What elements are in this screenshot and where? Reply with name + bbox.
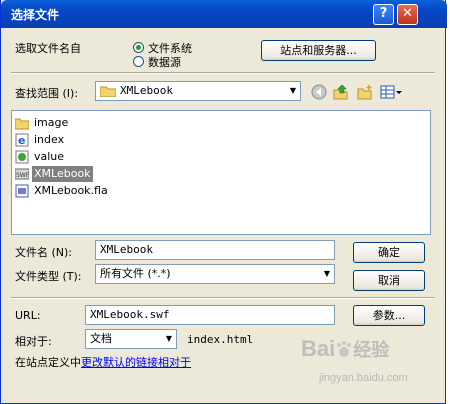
ok-button[interactable]: 确定 (353, 242, 425, 263)
title-bar[interactable]: 选择文件 ? ✕ (1, 0, 447, 28)
filename-label: 文件名 (N): (15, 246, 73, 259)
select-file-dialog: 选择文件 ? ✕ 选取文件名自 文件系统 数据源 站点和服务器... 查找范围 … (0, 0, 447, 404)
relative-file: index.html (187, 333, 254, 346)
file-name: index (34, 133, 65, 146)
file-name: value (34, 150, 65, 163)
up-folder-icon[interactable] (333, 84, 349, 100)
filetype-label: 文件类型 (T): (15, 270, 82, 283)
separator (11, 72, 435, 74)
radio-data-source[interactable] (133, 56, 144, 67)
view-menu-icon[interactable] (380, 84, 402, 100)
radio-file-system[interactable] (133, 42, 144, 53)
url-field[interactable]: XMLebook.swf (85, 305, 335, 325)
filename-field[interactable]: XMLebook (95, 240, 335, 260)
svg-text:e: e (18, 134, 25, 147)
fla-file-icon (15, 184, 29, 198)
svg-text:SWF: SWF (16, 172, 29, 179)
filetype-select[interactable]: 所有文件 (*.*) ▼ (95, 264, 335, 284)
chevron-down-icon[interactable]: ▼ (164, 333, 174, 345)
separator (11, 297, 435, 299)
url-label: URL: (15, 309, 41, 322)
relative-select[interactable]: 文档 ▼ (85, 329, 177, 349)
watermark-site: jingyan.baidu.com (319, 372, 408, 384)
lookin-value: XMLebook (120, 84, 173, 97)
new-folder-icon[interactable] (357, 84, 373, 100)
ie-html-icon: e (15, 133, 29, 147)
folder-icon (100, 86, 116, 97)
lookin-label: 查找范围 (I): (15, 87, 79, 100)
close-button[interactable]: ✕ (397, 4, 418, 25)
sites-servers-button[interactable]: 站点和服务器... (261, 40, 376, 61)
file-list[interactable]: image e index value SWF XMLebook XMLeboo… (11, 110, 431, 235)
parameters-button[interactable]: 参数... (353, 305, 425, 326)
swf-file-icon: SWF (15, 168, 29, 180)
footer-text: 在站点定义中更改默认的链接相对于 (15, 354, 191, 370)
lookin-combo[interactable]: XMLebook ▼ (95, 81, 301, 101)
relative-label: 相对于: (15, 335, 52, 348)
radio-data-source-label[interactable]: 数据源 (148, 54, 181, 70)
chevron-down-icon[interactable]: ▼ (288, 85, 298, 97)
change-default-link[interactable]: 更改默认的链接相对于 (81, 356, 191, 369)
folder-icon (15, 118, 29, 130)
footer-prefix: 在站点定义中 (15, 356, 81, 369)
file-name: XMLebook.fla (34, 184, 108, 197)
help-icon: ? (379, 6, 388, 21)
help-button[interactable]: ? (373, 4, 394, 25)
file-name: image (34, 116, 69, 129)
chevron-down-icon[interactable]: ▼ (322, 268, 332, 280)
dialog-title: 选择文件 (11, 8, 60, 22)
file-name: XMLebook (32, 166, 93, 182)
watermark-logo: Bai 经验 (301, 336, 390, 361)
cancel-button[interactable]: 取消 (353, 270, 425, 291)
close-icon: ✕ (402, 6, 413, 21)
relative-value: 文档 (90, 332, 112, 345)
script-file-icon (15, 150, 29, 164)
source-label: 选取文件名自 (15, 42, 81, 55)
paw-icon (337, 341, 352, 357)
filetype-value: 所有文件 (*.*) (100, 267, 171, 280)
back-icon[interactable] (311, 84, 327, 100)
